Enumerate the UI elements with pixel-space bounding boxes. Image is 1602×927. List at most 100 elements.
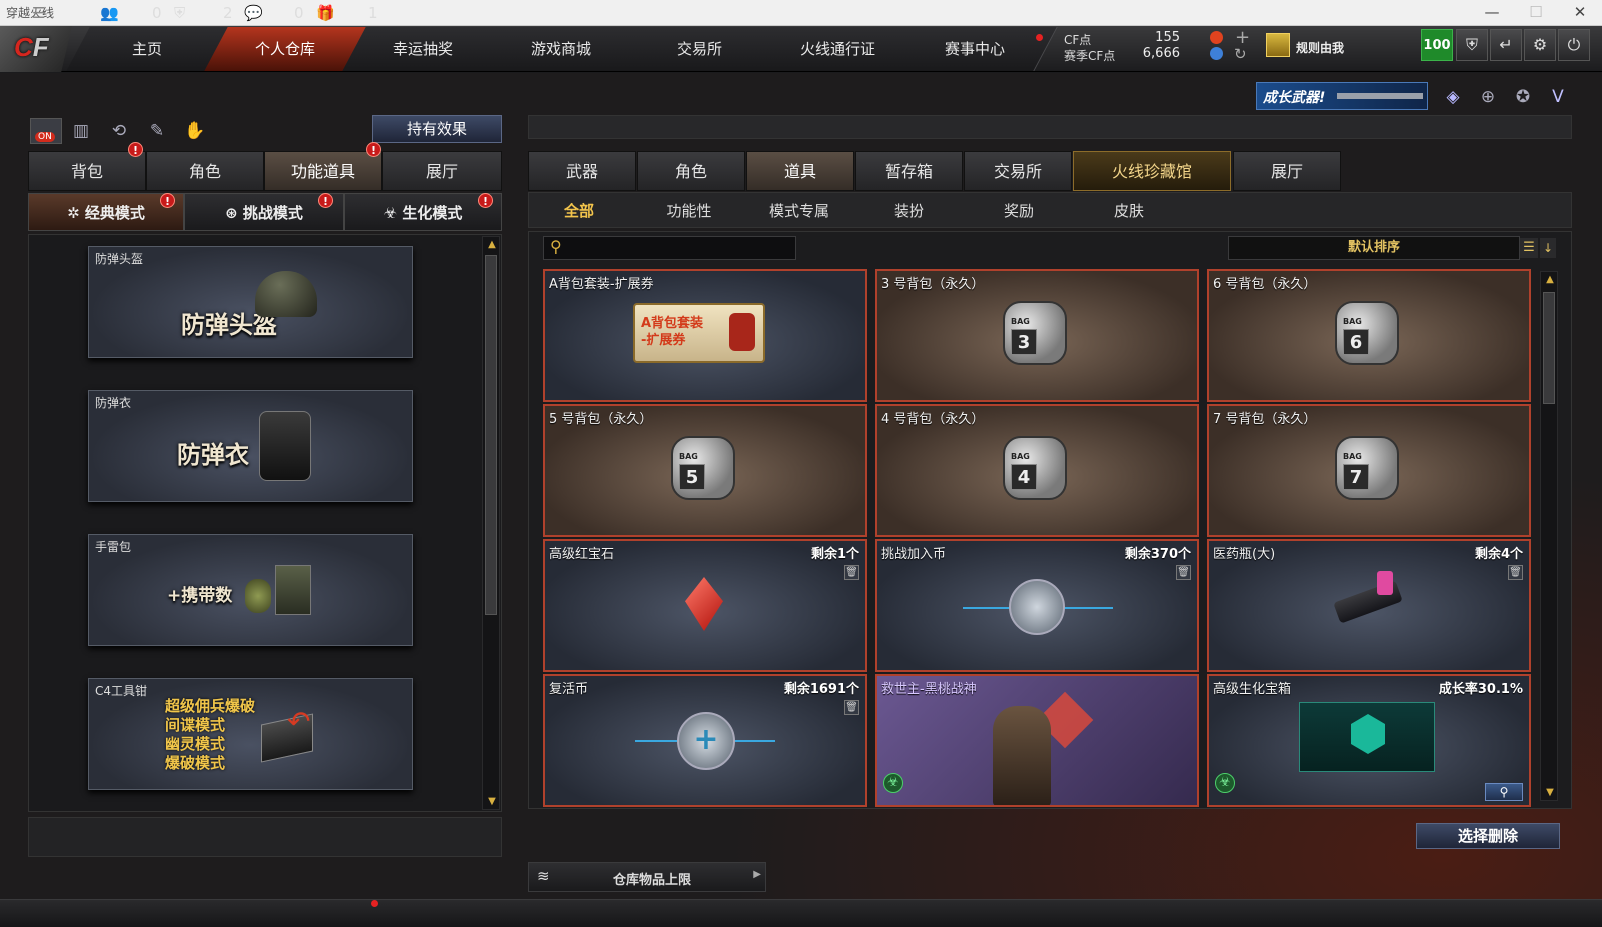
v-emblem-icon[interactable]: V [1545,84,1571,110]
cf-points-value: 155 [1155,30,1180,45]
right-tab-character[interactable]: 角色 [637,151,745,191]
return-icon[interactable]: ↵ [1490,29,1522,61]
item-card[interactable]: 3 号背包（永久） BAG 3 [875,269,1199,402]
item-card[interactable]: 医药瓶(大) 剩余4个 🗑 [1207,539,1531,672]
subtab-cosmetic[interactable]: 装扮 [854,198,964,224]
friends-icon[interactable]: 👥 [100,4,119,22]
expand-arrow-icon[interactable]: ▶ [753,869,761,880]
item-card[interactable]: A背包套装-扩展券 A背包套装 -扩展券 [543,269,867,402]
item-card[interactable]: 高级生化宝箱 成长率30.1% ☣ ⚲ [1207,674,1531,807]
left-tab-character[interactable]: 角色 [146,151,264,191]
sort-desc-icon[interactable]: ↓ [1540,238,1556,258]
left-item-card[interactable]: 手雷包 +携带数 [88,534,413,646]
cf-logo[interactable]: CF [0,26,72,72]
nav-tab-pass[interactable]: 火线通行证 [756,27,920,71]
left-item-card[interactable]: C4工具钳 超级佣兵爆破 间谍模式 幽灵模式 爆破模式 ↶ [88,678,413,790]
preview-search-icon[interactable]: ⚲ [1485,783,1523,801]
season-cf-points-label: 赛季CF点 [1064,49,1116,63]
subtab-functional[interactable]: 功能性 [634,198,744,224]
item-card[interactable]: 挑战加入币 剩余370个 🗑 [875,539,1199,672]
globe-emblem-icon[interactable]: ⊕ [1475,84,1501,110]
history-icon[interactable]: ⟲ [106,118,132,144]
close-button[interactable]: ✕ [1558,0,1602,26]
item-card[interactable]: 高级红宝石 剩余1个 🗑 [543,539,867,672]
shield-icon[interactable]: ⛨ [1456,29,1488,61]
nav-tab-shop[interactable]: 游戏商城 [480,27,644,71]
clan-shield-icon[interactable]: ⛨ [174,4,185,22]
select-delete-button[interactable]: 选择删除 [1416,823,1560,849]
nav-tab-lottery[interactable]: 幸运抽奖 [342,27,506,71]
ranking-icon[interactable]: ▥ [68,118,94,144]
item-card[interactable]: 复活币 剩余1691个 🗑 + [543,674,867,807]
warehouse-capacity-bar[interactable]: ≋ 仓库物品上限 ▶ [528,862,766,892]
right-tab-trade[interactable]: 交易所 [964,151,1072,191]
subtab-all[interactable]: 全部 [524,198,634,224]
vest-icon [259,411,311,481]
right-scrollbar[interactable]: ▲ ▼ [1540,271,1558,801]
scroll-down-arrow-icon[interactable]: ▼ [1541,787,1559,798]
maximize-button[interactable]: ☐ [1514,0,1558,26]
glove-icon[interactable]: ✋ [182,118,208,144]
vip-emblem-icon[interactable]: ◈ [1440,84,1466,110]
biochem-icon: ☣ [1215,773,1235,793]
power-icon[interactable]: ⏻ [1558,29,1590,61]
growth-weapon-banner[interactable]: 成长武器! [1256,82,1428,110]
sort-dropdown[interactable]: 默认排序 [1228,236,1520,260]
right-tab-showroom[interactable]: 展厅 [1233,151,1341,191]
refresh-icon[interactable]: ↻ [1234,45,1247,63]
scroll-up-arrow-icon[interactable]: ▲ [483,239,501,250]
item-card[interactable]: 6 号背包（永久） BAG 6 [1207,269,1531,402]
scroll-down-arrow-icon[interactable]: ▼ [483,796,501,807]
right-tab-weapons[interactable]: 武器 [528,151,636,191]
nav-tab-trade[interactable]: 交易所 [618,27,782,71]
trash-icon[interactable]: 🗑 [1176,565,1191,580]
subtab-rewards[interactable]: 奖励 [964,198,1074,224]
player-level-badge[interactable]: 100 [1421,29,1453,61]
right-scroll-thumb[interactable] [1543,292,1555,404]
clan-name[interactable]: 规则由我 [1296,39,1344,56]
cf-points-label: CF点 [1064,33,1092,47]
right-tab-storage[interactable]: 暂存箱 [855,151,963,191]
chat-bubble-icon[interactable]: 💬 [244,4,263,22]
item-card[interactable]: 5 号背包（永久） BAG 5 [543,404,867,537]
left-tab-showroom[interactable]: 展厅 [382,151,502,191]
search-box[interactable]: ⚲ [543,236,796,260]
item-card[interactable]: 7 号背包（永久） BAG 7 [1207,404,1531,537]
trash-icon[interactable]: 🗑 [844,565,859,580]
red-backpack-icon [729,313,755,351]
auto-toggle[interactable]: ON [30,118,62,144]
trash-icon[interactable]: 🗑 [844,700,859,715]
subtab-mode-exclusive[interactable]: 模式专属 [744,198,854,224]
left-tab-backpack[interactable]: 背包 [28,151,146,191]
right-tab-items[interactable]: 道具 [746,151,854,191]
nav-tab-home[interactable]: 主页 [66,27,230,71]
left-tab-function-items[interactable]: 功能道具 [264,151,382,191]
minimize-button[interactable]: — [1470,0,1514,26]
season-cf-points-value: 6,666 [1142,46,1180,61]
bag-7-icon: BAG 7 [1335,436,1399,500]
challenge-alert-icon: ! [318,193,333,208]
scroll-up-arrow-icon[interactable]: ▲ [1541,274,1559,285]
item-card[interactable]: 救世主-黑桃战神 ☣ [875,674,1199,807]
right-header-strip [528,115,1572,139]
gear-icon[interactable]: ⚙ [1524,29,1556,61]
left-scrollbar[interactable]: ▲ ▼ [482,236,500,810]
item-card[interactable]: 4 号背包（永久） BAG 4 [875,404,1199,537]
nav-tab-warehouse[interactable]: 个人仓库 [204,27,368,71]
search-input[interactable] [570,239,790,257]
nav-tab-events[interactable]: 赛事中心 [894,27,1058,71]
bag-6-icon: BAG 6 [1335,301,1399,365]
right-tab-collection[interactable]: 火线珍藏馆 [1073,151,1231,191]
held-effects-button[interactable]: 持有效果 [372,115,502,143]
c4-mode-list: 超级佣兵爆破 间谍模式 幽灵模式 爆破模式 [165,697,256,772]
menu-list-icon[interactable]: ☰ [32,4,45,22]
crest-emblem-icon[interactable]: ✪ [1510,84,1536,110]
left-scroll-thumb[interactable] [485,255,497,615]
spray-icon[interactable]: ✎ [144,118,170,144]
gift-icon[interactable]: 🎁 [316,4,335,22]
left-item-card[interactable]: 防弹衣 防弹衣 [88,390,413,502]
list-view-icon[interactable]: ☰ [1520,238,1538,258]
subtab-skins[interactable]: 皮肤 [1074,198,1184,224]
trash-icon[interactable]: 🗑 [1508,565,1523,580]
left-item-card[interactable]: 防弹头盔 防弹头盔 [88,246,413,358]
